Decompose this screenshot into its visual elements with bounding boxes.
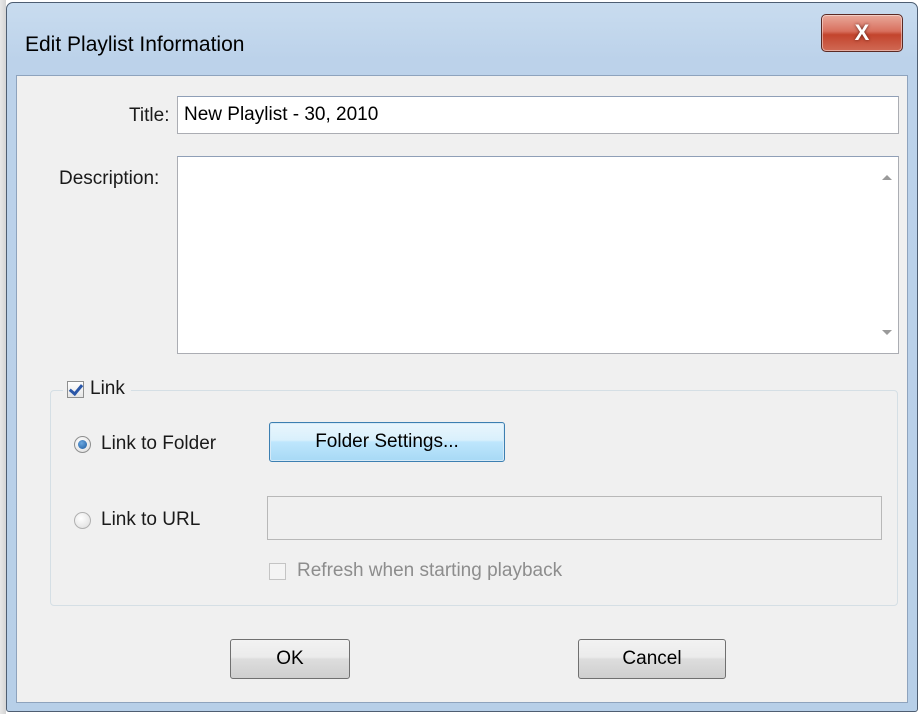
cancel-button[interactable]: Cancel bbox=[578, 639, 726, 679]
dialog-window: Edit Playlist Information X Title: New P… bbox=[6, 2, 918, 712]
folder-settings-button[interactable]: Folder Settings... bbox=[269, 422, 505, 462]
scroll-up-arrow-icon[interactable] bbox=[882, 175, 892, 180]
refresh-checkbox-label[interactable]: Refresh when starting playback bbox=[297, 560, 562, 582]
ok-button[interactable]: OK bbox=[230, 639, 350, 679]
scroll-down-arrow-icon[interactable] bbox=[882, 330, 892, 335]
link-to-folder-radio[interactable] bbox=[74, 436, 91, 453]
link-to-folder-label[interactable]: Link to Folder bbox=[101, 433, 216, 455]
title-bar[interactable]: Edit Playlist Information X bbox=[7, 3, 917, 75]
window-title: Edit Playlist Information bbox=[25, 33, 245, 56]
close-button[interactable]: X bbox=[821, 14, 903, 52]
description-label: Description: bbox=[59, 168, 160, 189]
refresh-checkbox[interactable] bbox=[269, 563, 286, 580]
description-textarea[interactable] bbox=[177, 156, 899, 354]
link-checkbox[interactable] bbox=[67, 380, 84, 398]
dialog-client-area: Title: New Playlist - 30, 2010 Descripti… bbox=[16, 75, 908, 703]
title-input[interactable]: New Playlist - 30, 2010 bbox=[177, 96, 899, 134]
url-input[interactable] bbox=[267, 496, 882, 540]
link-checkbox-label[interactable]: Link bbox=[90, 378, 125, 400]
link-group-header: Link bbox=[63, 376, 131, 402]
link-to-url-radio[interactable] bbox=[74, 512, 91, 529]
link-to-url-label[interactable]: Link to URL bbox=[101, 509, 200, 531]
close-icon: X bbox=[854, 20, 870, 45]
title-label: Title: bbox=[129, 105, 170, 126]
description-scrollbar[interactable] bbox=[876, 157, 898, 353]
